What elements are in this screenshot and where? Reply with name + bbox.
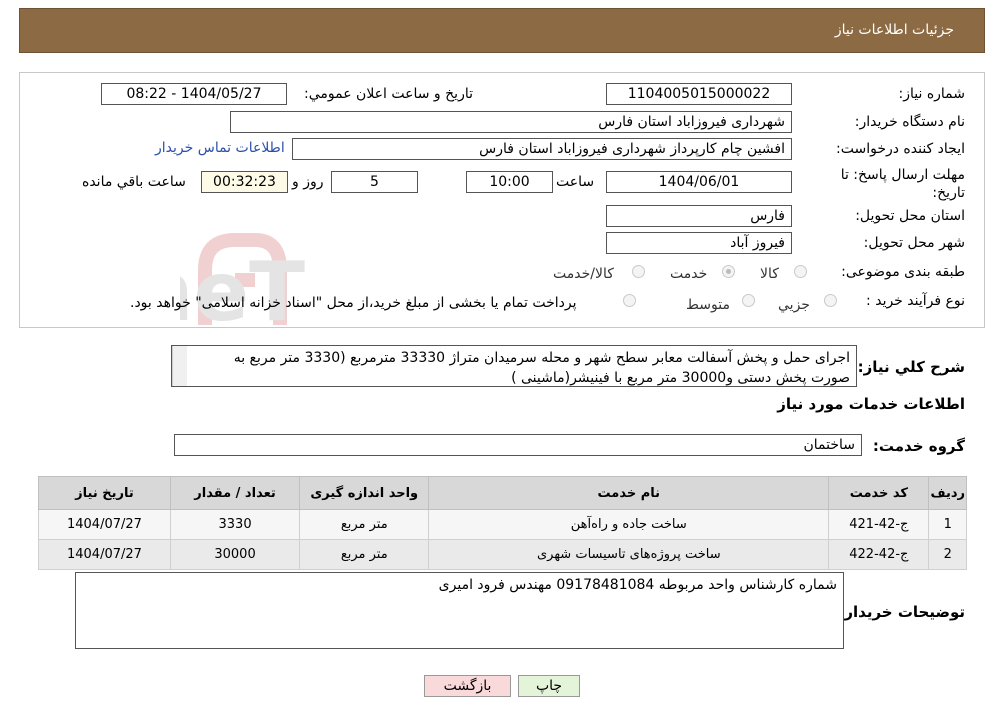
category-option-goods: کالا: [760, 266, 779, 282]
table-row[interactable]: 2 ج-42-422 ساخت پروژه‌های تاسیسات شهری م…: [38, 539, 967, 570]
col-service-name: نام خدمت: [428, 476, 830, 510]
purchase-option-medium: متوسط: [686, 297, 730, 313]
city-label: شهر محل تحويل:: [863, 235, 965, 251]
cell-service-code: ج-42-421: [828, 509, 930, 540]
summary-scrollbar[interactable]: [172, 346, 187, 386]
services-section-title: اطلاعات خدمات مورد نياز: [777, 395, 965, 413]
category-radio-goods-service[interactable]: [632, 265, 645, 278]
creator-label: ايجاد كننده درخواست:: [836, 141, 965, 157]
back-button[interactable]: بازگشت: [424, 675, 511, 697]
need-number-field[interactable]: 1104005015000022: [606, 83, 792, 105]
province-label: استان محل تحويل:: [855, 208, 965, 224]
category-radio-goods[interactable]: [794, 265, 807, 278]
category-label: طبقه بندی موضوعی:: [841, 264, 965, 280]
summary-textarea[interactable]: اجرای حمل و پخش آسفالت معابر سطح شهر و م…: [171, 345, 857, 387]
col-unit: واحد اندازه گيری: [299, 476, 430, 510]
buyer-notes-textarea[interactable]: شماره کارشناس واحد مربوطه 09178481084 مه…: [75, 572, 844, 649]
cell-need-date: 1404/07/27: [38, 509, 171, 540]
category-radio-service[interactable]: [722, 265, 735, 278]
purchase-option-minor: جزيي: [778, 297, 810, 313]
cell-service-name: ساخت جاده و راه‌آهن: [428, 509, 830, 540]
deadline-date-field[interactable]: 1404/06/01: [606, 171, 792, 193]
col-quantity: تعداد / مقدار: [169, 476, 301, 510]
city-field[interactable]: فیروز آباد: [606, 232, 792, 254]
announce-field[interactable]: 1404/05/27 - 08:22: [101, 83, 287, 105]
print-button[interactable]: چاپ: [518, 675, 580, 697]
announce-label: تاریخ و ساعت اعلان عمومي:: [304, 86, 473, 102]
remaining-label: ساعت باقي مانده: [82, 174, 186, 190]
province-field[interactable]: فارس: [606, 205, 792, 227]
buyer-notes-label: توضيحات خريدار:: [838, 603, 965, 621]
cell-service-code: ج-42-422: [828, 539, 930, 570]
deadline-label: مهلت ارسال پاسخ: تا تاریخ:: [840, 167, 965, 201]
cell-need-date: 1404/07/27: [38, 539, 171, 570]
purchase-type-label: نوع فرآيند خريد :: [866, 293, 965, 309]
table-row[interactable]: 1 ج-42-421 ساخت جاده و راه‌آهن متر مربع …: [38, 509, 967, 540]
service-group-field[interactable]: ساختمان: [174, 434, 862, 456]
creator-field[interactable]: افشین چام کارپرداز شهرداری فیروزاباد است…: [292, 138, 792, 160]
summary-label: شرح کلي نياز:: [857, 358, 965, 376]
cell-unit: متر مربع: [299, 509, 430, 540]
page-title: جزئیات اطلاعات نیاز: [834, 22, 954, 38]
purchase-radio-medium[interactable]: [742, 294, 755, 307]
col-need-date: تاريخ نياز: [38, 476, 171, 510]
cell-service-name: ساخت پروژه‌های تاسیسات شهری: [428, 539, 830, 570]
services-table: رديف كد خدمت نام خدمت واحد اندازه گيری ت…: [38, 476, 967, 570]
cell-quantity: 3330: [169, 509, 301, 540]
purchase-checkbox-treasury[interactable]: [623, 294, 636, 307]
buyer-org-field[interactable]: شهرداری فیروزاباد استان فارس: [230, 111, 792, 133]
col-row-no: رديف: [928, 476, 967, 510]
category-option-goods-service: کالا/خدمت: [553, 266, 614, 282]
page-header: جزئیات اطلاعات نیاز: [19, 8, 985, 53]
remaining-time-field: 00:32:23: [201, 171, 288, 193]
purchase-note: پرداخت تمام یا بخشی از مبلغ خرید،از محل …: [130, 295, 577, 311]
col-service-code: كد خدمت: [828, 476, 930, 510]
days-label: روز و: [292, 174, 324, 190]
cell-row-no: 2: [928, 539, 967, 570]
days-field[interactable]: 5: [331, 171, 418, 193]
cell-unit: متر مربع: [299, 539, 430, 570]
hour-label: ساعت: [556, 174, 595, 190]
table-header-row: رديف كد خدمت نام خدمت واحد اندازه گيری ت…: [38, 476, 967, 510]
service-group-label: گروه خدمت:: [872, 437, 965, 455]
need-number-label: شماره نیاز:: [898, 86, 966, 102]
cell-quantity: 30000: [169, 539, 301, 570]
buyer-contact-link[interactable]: اطلاعات تماس خريدار: [155, 140, 285, 156]
category-option-service: خدمت: [670, 266, 708, 282]
purchase-radio-minor[interactable]: [824, 294, 837, 307]
deadline-time-field[interactable]: 10:00: [466, 171, 553, 193]
buyer-org-label: نام دستگاه خريدار:: [854, 114, 965, 130]
cell-row-no: 1: [928, 509, 967, 540]
